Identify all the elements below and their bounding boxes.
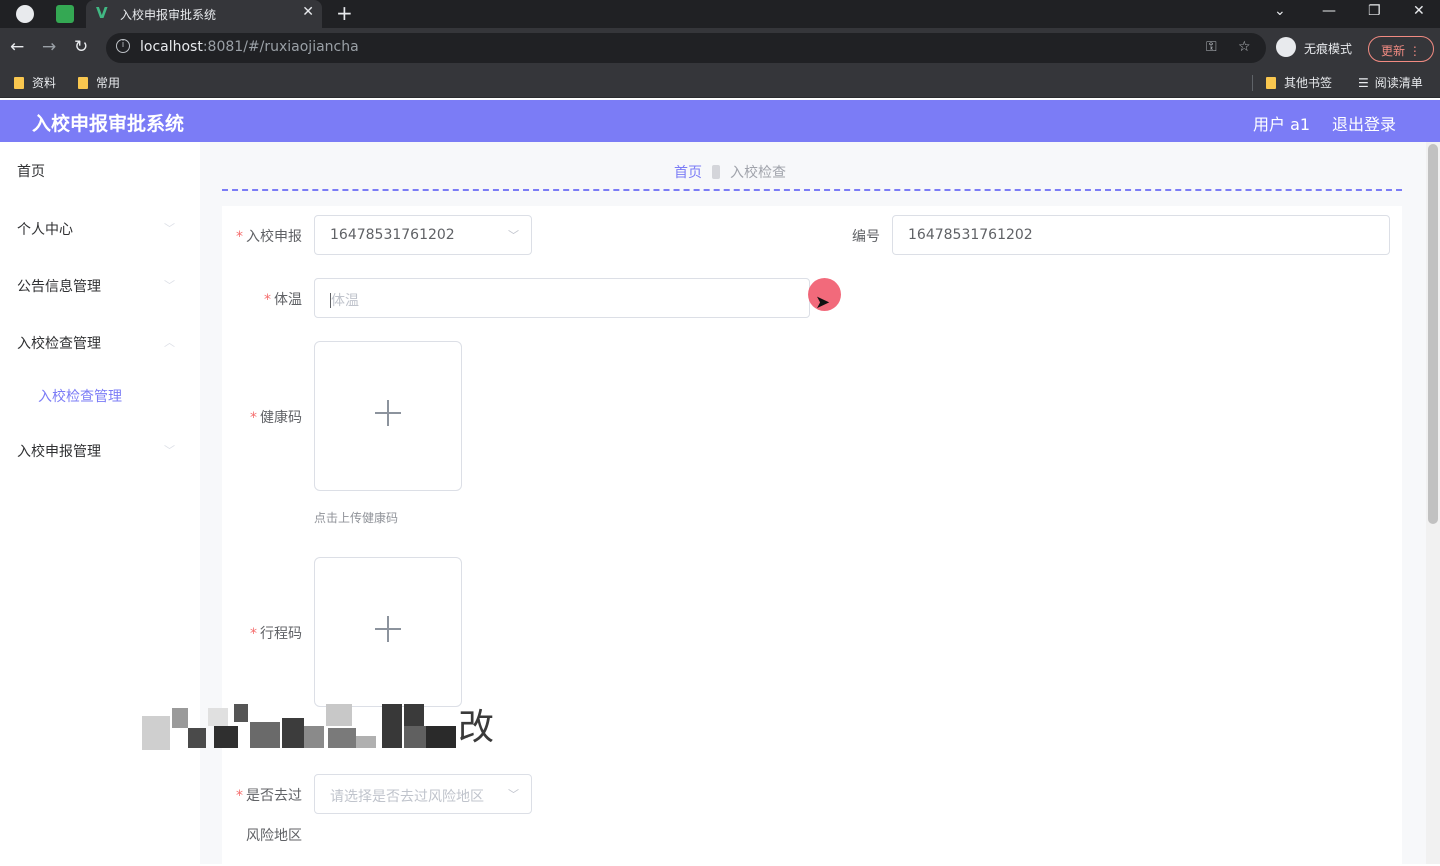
breadcrumb-separator-icon	[712, 165, 720, 179]
sidebar-subitem-inspection-manage[interactable]: 入校检查管理	[38, 386, 122, 406]
folder-icon	[1266, 77, 1276, 89]
tab-title: 入校申报审批系统	[120, 8, 217, 22]
incognito-icon	[1276, 37, 1296, 57]
main-content: 首页 入校检查 * 入校申报 16478531761202 ﹀ 编号 16478531…	[200, 142, 1426, 866]
trip-code-uploader[interactable]	[314, 557, 462, 707]
folder-icon	[78, 77, 88, 89]
globe-icon[interactable]	[16, 5, 34, 23]
plus-icon	[375, 400, 401, 426]
chevron-down-icon: ﹀	[508, 788, 519, 801]
plus-icon	[375, 616, 401, 642]
sidebar-item-application[interactable]: 入校申报管理 ﹀	[17, 441, 183, 461]
sidebar-item-profile[interactable]: 个人中心 ﹀	[17, 219, 183, 239]
number-field[interactable]: 16478531761202	[892, 215, 1390, 255]
bookmark-folder[interactable]: 资料	[14, 74, 56, 91]
sidebar-item-announcements[interactable]: 公告信息管理 ﹀	[17, 276, 183, 296]
forward-icon[interactable]: →	[42, 37, 56, 57]
health-code-tip: 点击上传健康码	[314, 511, 399, 525]
star-icon[interactable]: ☆	[1238, 39, 1251, 55]
form-label-number: 编号	[852, 229, 880, 245]
breadcrumb: 首页 入校检查	[674, 162, 786, 182]
chevron-up-icon: ︿	[164, 336, 175, 349]
sidebar-item-home[interactable]: 首页	[17, 161, 183, 181]
chevron-down-icon: ﹀	[164, 222, 175, 235]
restore-icon[interactable]: ❐	[1368, 3, 1381, 19]
form-label-risk-area: * 是否去过	[236, 788, 302, 804]
sheet-tab-icon[interactable]	[56, 5, 74, 23]
close-window-icon[interactable]: ✕	[1413, 3, 1425, 19]
form-label-health-code: * 健康码	[250, 410, 302, 426]
sidebar-item-inspection[interactable]: 入校检查管理 ︿	[17, 333, 183, 353]
breadcrumb-current: 入校检查	[730, 165, 786, 181]
bookmarks-bar: 资料 常用 其他书签 ☰ 阅读清单	[0, 68, 1440, 98]
browser-tab-strip: V 入校申报审批系统 ✕ + ⌄ — ❐ ✕	[0, 0, 1440, 28]
bookmark-separator	[1252, 75, 1253, 91]
close-tab-icon[interactable]: ✕	[302, 4, 314, 20]
update-button[interactable]: 更新 ⋮	[1368, 36, 1434, 62]
chevron-down-icon: ﹀	[164, 279, 175, 292]
chevron-down-icon: ﹀	[164, 444, 175, 457]
url-text[interactable]: localhost:8081/#/ruxiaojiancha	[140, 39, 359, 55]
form-label-apply: * 入校申报	[236, 229, 302, 245]
breadcrumb-home[interactable]: 首页	[674, 165, 702, 181]
vue-logo-icon: V	[96, 4, 108, 22]
incognito-label: 无痕模式	[1304, 42, 1353, 56]
divider	[222, 189, 1402, 191]
reading-list-icon: ☰	[1358, 76, 1369, 90]
scrollbar-thumb[interactable]	[1428, 144, 1438, 524]
mouse-pointer-icon: ➤	[815, 292, 831, 313]
app-header: 入校申报审批系统 用户 a1 退出登录	[0, 100, 1440, 142]
new-tab-icon[interactable]: +	[336, 1, 353, 25]
minimize-icon[interactable]: —	[1322, 3, 1336, 19]
form-label-trip-code: * 行程码	[250, 626, 302, 642]
page-scrollbar[interactable]	[1426, 142, 1440, 864]
chevron-down-icon: ﹀	[508, 229, 519, 242]
browser-toolbar: ← → ↻ i localhost:8081/#/ruxiaojiancha ⚿…	[0, 28, 1440, 68]
current-user: 用户 a1	[1253, 115, 1311, 134]
tab-search-icon[interactable]: ⌄	[1274, 3, 1286, 19]
risk-area-select[interactable]: 请选择是否去过风险地区 ﹀	[314, 774, 532, 814]
health-code-uploader[interactable]	[314, 341, 462, 491]
logout-button[interactable]: 退出登录	[1332, 111, 1396, 135]
pixelated-watermark: 改	[142, 704, 495, 752]
reload-icon[interactable]: ↻	[74, 37, 88, 57]
apply-select[interactable]: 16478531761202 ﹀	[314, 215, 532, 255]
watermark-char: 改	[458, 707, 495, 748]
temperature-input[interactable]: 体温	[314, 278, 810, 318]
form-label-temperature: * 体温	[264, 292, 302, 308]
back-icon[interactable]: ←	[10, 37, 24, 57]
bookmark-folder[interactable]: 常用	[78, 74, 120, 91]
sidebar: 首页 个人中心 ﹀ 公告信息管理 ﹀ 入校检查管理 ︿ 入校检查管理 入校申报管理 ﹀	[0, 142, 200, 864]
address-bar[interactable]: i localhost:8081/#/ruxiaojiancha ⚿ ☆	[106, 33, 1266, 63]
folder-icon	[14, 77, 24, 89]
reading-list[interactable]: ☰ 阅读清单	[1358, 74, 1423, 91]
site-info-icon[interactable]: i	[116, 39, 130, 53]
app-title: 入校申报审批系统	[32, 113, 185, 135]
browser-tab-active[interactable]: V 入校申报审批系统 ✕	[86, 0, 322, 28]
form-label-risk-area-line2: 风险地区	[246, 828, 302, 844]
key-icon[interactable]: ⚿	[1206, 39, 1217, 55]
more-menu-icon[interactable]: ⋮	[1409, 44, 1421, 58]
bookmark-folder-other[interactable]: 其他书签	[1266, 74, 1332, 91]
